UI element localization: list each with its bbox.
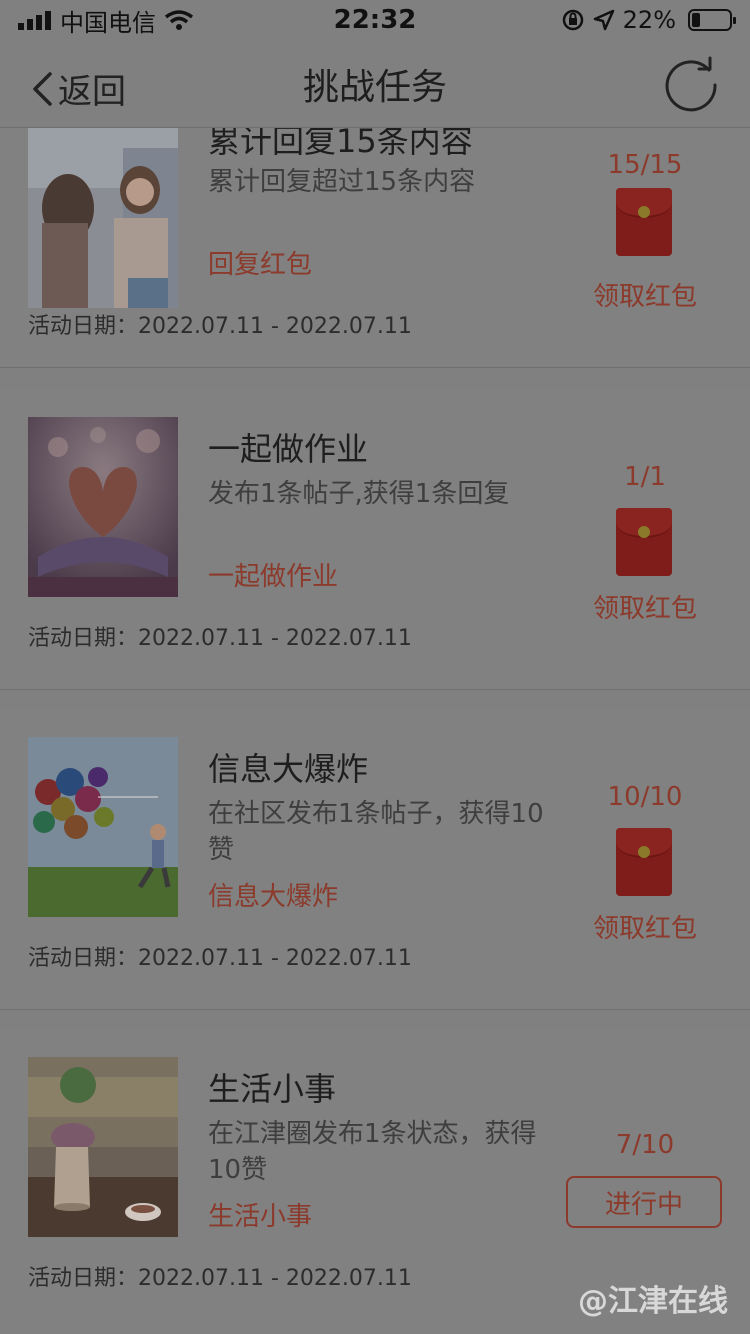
in-progress-button[interactable]: 进行中 [566,1176,722,1228]
watermark: @江津在线 [578,1284,728,1319]
chevron-left-icon [33,71,52,106]
task-date: 活动日期：2022.07.11 - 2022.07.11 [28,946,412,971]
battery-fill [692,13,700,27]
battery-icon [688,9,736,31]
location-icon [593,9,614,31]
task-progress: 1/1 [624,462,666,492]
task-card[interactable]: 一起做作业 发布1条帖子,获得1条回复 一起做作业 活动日期：2022.07.1… [0,390,750,690]
task-date: 活动日期：2022.07.11 - 2022.07.11 [28,626,412,651]
back-label: 返回 [58,72,126,112]
red-envelope-icon[interactable] [616,188,672,256]
task-thumbnail [28,1057,178,1237]
red-envelope-icon[interactable] [616,508,672,576]
task-title: 累计回复15条内容 [208,128,473,160]
task-tag: 生活小事 [208,1202,313,1232]
claim-red-envelope-button[interactable]: 领取红包 [560,276,730,313]
back-button[interactable]: 返回 [30,64,126,113]
task-progress: 10/10 [607,782,683,812]
task-thumbnail [28,417,178,597]
claim-red-envelope-button[interactable]: 领取红包 [560,588,730,625]
battery-percent: 22% [622,6,676,34]
task-list[interactable]: 累计回复15条内容 累计回复超过15条内容 回复红包 活动日期：2022.07.… [0,128,750,1334]
task-thumbnail [28,737,178,917]
task-card[interactable]: 信息大爆炸 在社区发布1条帖子，获得10赞 信息大爆炸 活动日期：2022.07… [0,710,750,1010]
task-description: 在江津圈发布1条状态，获得10赞 [208,1119,537,1185]
task-tag: 一起做作业 [208,562,339,592]
wifi-icon [164,10,194,30]
status-right: 22% [561,6,736,34]
task-description: 在社区发布1条帖子，获得10赞 [208,799,544,865]
task-card[interactable]: 累计回复15条内容 累计回复超过15条内容 回复红包 活动日期：2022.07.… [0,128,750,368]
task-thumbnail [28,128,178,308]
task-title: 一起做作业 [208,430,369,468]
task-description: 累计回复超过15条内容 [208,167,476,197]
task-progress: 15/15 [607,150,683,180]
nav-bar: 返回 挑战任务 [0,40,750,128]
task-description: 发布1条帖子,获得1条回复 [208,479,510,509]
task-date: 活动日期：2022.07.11 - 2022.07.11 [28,314,412,339]
task-date: 活动日期：2022.07.11 - 2022.07.11 [28,1266,412,1291]
status-left: 中国电信 [18,3,194,38]
task-progress: 7/10 [615,1130,675,1160]
refresh-icon[interactable] [662,56,720,114]
status-bar: 中国电信 22:32 22% [0,0,750,40]
page-title: 挑战任务 [302,66,447,108]
claim-red-envelope-button[interactable]: 领取红包 [560,908,730,945]
task-title: 信息大爆炸 [208,750,369,788]
carrier-label: 中国电信 [60,8,156,37]
task-title: 生活小事 [208,1070,337,1108]
task-tag: 回复红包 [208,250,313,280]
task-tag: 信息大爆炸 [208,882,339,912]
signal-icon [18,11,51,30]
rotation-lock-icon [562,9,583,31]
red-envelope-icon[interactable] [616,828,672,896]
